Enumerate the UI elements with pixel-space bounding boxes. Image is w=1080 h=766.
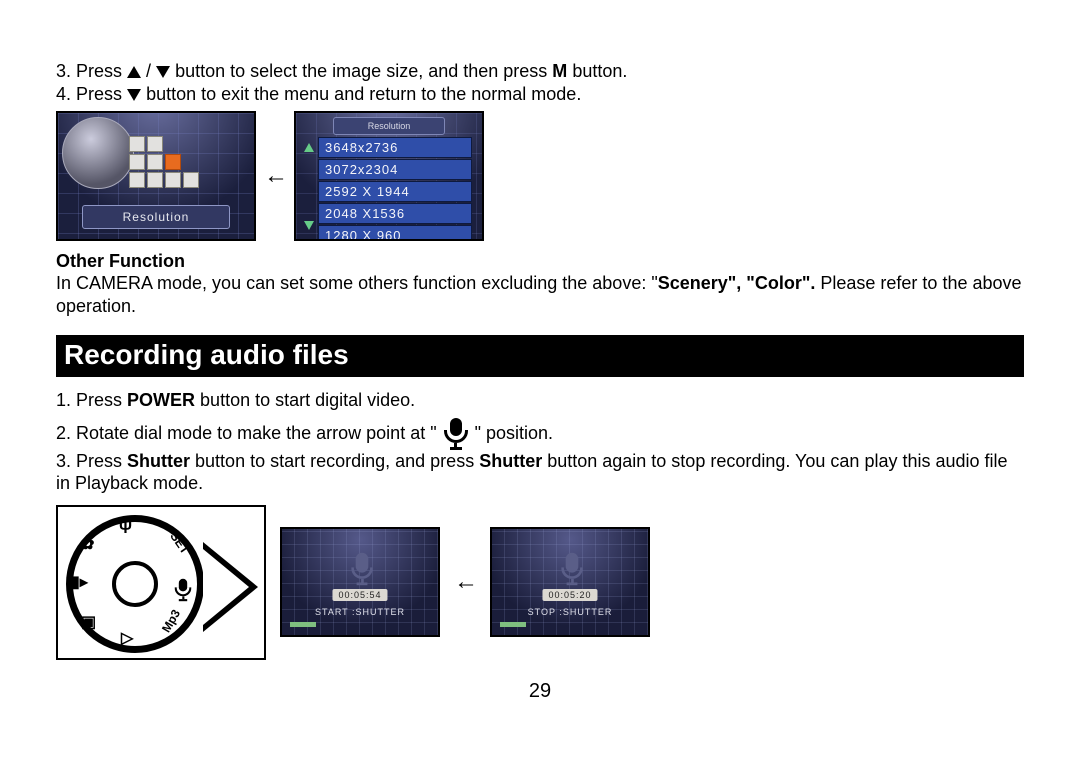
battery-icon [500, 622, 526, 627]
shutter-button-label: Shutter [479, 451, 542, 471]
text: " position. [475, 422, 553, 442]
stop-recording-screenshot: 00:05:20 STOP :SHUTTER [490, 527, 650, 637]
camera-resolution-menu-screenshot: Resolution [56, 111, 256, 241]
resolution-tiles-icon [128, 135, 200, 189]
video-icon: ▮▸ [71, 572, 88, 592]
other-function-text: In CAMERA mode, you can set some others … [56, 272, 1024, 317]
recording-instruction: STOP :SHUTTER [492, 607, 648, 617]
recording-instruction: START :SHUTTER [282, 607, 438, 617]
text: 4. Press [56, 84, 122, 104]
step-3: 3. Press / button to select the image si… [56, 60, 1024, 83]
text: button to start recording, and press [190, 451, 479, 471]
resolution-option: 3648x2736 [318, 137, 472, 158]
text: 1. Press [56, 390, 127, 410]
text: button to exit the menu and return to th… [146, 84, 581, 104]
step-4: 4. Press button to exit the menu and ret… [56, 83, 1024, 106]
microphone-icon [351, 553, 373, 585]
scroll-up-icon [304, 143, 314, 152]
microphone-icon [561, 553, 583, 585]
scroll-down-icon [304, 221, 314, 230]
usb-icon: Ψ [119, 520, 132, 538]
start-recording-screenshot: 00:05:54 START :SHUTTER [280, 527, 440, 637]
recording-time: 00:05:20 [542, 589, 597, 601]
resolution-list-screenshot: Resolution 3648x2736 3072x2304 2592 X 19… [294, 111, 484, 241]
text: 2. Rotate dial mode to make the arrow po… [56, 422, 437, 442]
flower-icon: ✿ [81, 534, 94, 554]
down-triangle-icon [127, 89, 141, 101]
other-function-heading: Other Function [56, 251, 1024, 272]
text: In CAMERA mode, you can set some others … [56, 273, 658, 293]
sd-card-icon: ▣ [81, 612, 96, 632]
section-recording-audio-files: Recording audio files [56, 335, 1024, 377]
globe-icon [62, 117, 134, 189]
rec-step-1: 1. Press POWER button to start digital v… [56, 389, 1024, 412]
left-arrow-icon: ← [264, 162, 286, 190]
resolution-option: 3072x2304 [318, 159, 472, 180]
recording-time: 00:05:54 [332, 589, 387, 601]
down-triangle-icon [156, 66, 170, 78]
resolution-option: 2048 X1536 [318, 203, 472, 224]
page-number: 29 [56, 680, 1024, 703]
play-icon: ▷ [121, 628, 133, 648]
resolution-list-header: Resolution [333, 117, 445, 135]
resolution-option: 2592 X 1944 [318, 181, 472, 202]
text: button to select the image size, and the… [175, 61, 552, 81]
microphone-icon [169, 574, 197, 606]
text-bold: Scenery", "Color". [658, 273, 816, 293]
resolution-screenshots: Resolution ← Resolution 3648x2736 3072x2… [56, 111, 1024, 241]
up-triangle-icon [127, 66, 141, 78]
resolution-option: 1280 X 960 [318, 225, 472, 241]
battery-icon [290, 622, 316, 627]
m-button-label: M [552, 61, 567, 81]
manual-page: 3. Press / button to select the image si… [0, 0, 1080, 703]
dial-pointer-icon [203, 542, 258, 632]
text: button to start digital video. [195, 390, 415, 410]
resolution-label: Resolution [82, 205, 231, 229]
audio-recording-illustration: SET ✿ ▮▸ ▣ ▷ Mp3 Ψ 00:05:54 START :SHUTT… [56, 505, 1024, 660]
text: button. [572, 61, 627, 81]
rec-step-2: 2. Rotate dial mode to make the arrow po… [56, 418, 1024, 450]
text: 3. Press [56, 61, 127, 81]
left-arrow-icon: ← [454, 568, 476, 596]
dial-mp3-label: Mp3 [159, 607, 183, 635]
power-button-label: POWER [127, 390, 195, 410]
microphone-icon [444, 418, 468, 450]
shutter-button-label: Shutter [127, 451, 190, 471]
dial-set-label: SET [167, 529, 192, 556]
rec-step-3: 3. Press Shutter button to start recordi… [56, 450, 1024, 495]
mode-dial-illustration: SET ✿ ▮▸ ▣ ▷ Mp3 Ψ [56, 505, 266, 660]
text: 3. Press [56, 451, 127, 471]
